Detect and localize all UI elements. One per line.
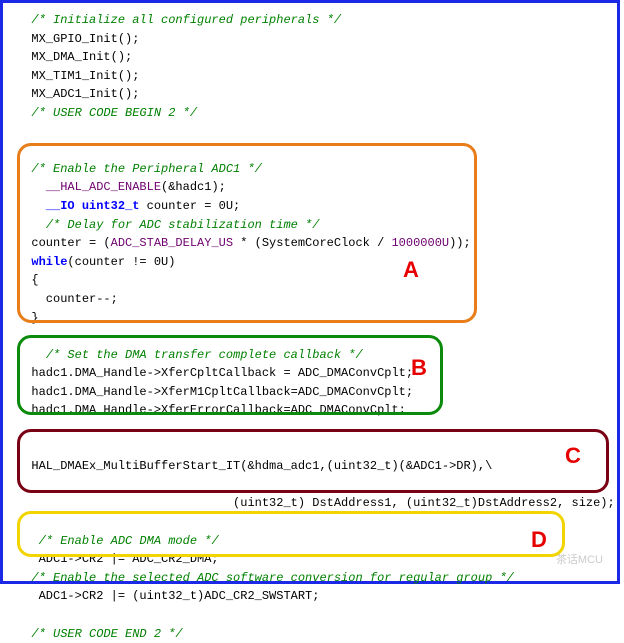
call-tim1-init: MX_TIM1_Init(); (17, 67, 607, 86)
blank-line (17, 123, 607, 142)
line-cr2-swstart: ADC1->CR2 |= (uint32_t)ADC_CR2_SWSTART; (17, 587, 607, 606)
blank-line (17, 476, 607, 495)
line-counter-assign: counter = (ADC_STAB_DELAY_US * (SystemCo… (17, 234, 607, 253)
line-multibuf-1: HAL_DMAEx_MultiBufferStart_IT(&hdma_adc1… (17, 457, 607, 476)
comment-enable-periph: /* Enable the Peripheral ADC1 */ (17, 160, 607, 179)
blank-line (17, 327, 607, 346)
comment-init-periph: /* Initialize all configured peripherals… (17, 11, 607, 30)
comment-enable-adc-dma: /* Enable ADC DMA mode */ (17, 532, 607, 551)
comment-user-begin: /* USER CODE BEGIN 2 */ (17, 104, 607, 123)
line-hal-enable: __HAL_ADC_ENABLE(&hadc1); (17, 178, 607, 197)
brace-close: } (17, 309, 607, 328)
label-c: C (565, 439, 581, 473)
watermark: 茶话MCU (556, 552, 603, 569)
comment-enable-sw-conv: /* Enable the selected ADC software conv… (17, 569, 607, 588)
label-a: A (403, 253, 419, 287)
code-frame: /* Initialize all configured peripherals… (0, 0, 620, 584)
call-gpio-init: MX_GPIO_Init(); (17, 30, 607, 49)
label-b: B (411, 351, 427, 385)
line-xfer-err: hadc1.DMA_Handle->XferErrorCallback=ADC_… (17, 401, 607, 420)
blank-line (17, 513, 607, 532)
blank-line (17, 420, 607, 439)
line-counter-dec: counter--; (17, 290, 607, 309)
line-xfer-cplt: hadc1.DMA_Handle->XferCpltCallback = ADC… (17, 364, 607, 383)
line-cr2-dma: ADC1->CR2 |= ADC_CR2_DMA; (17, 550, 607, 569)
call-adc1-init: MX_ADC1_Init(); (17, 85, 607, 104)
brace-open: { (17, 271, 607, 290)
comment-stab-delay: /* Delay for ADC stabilization time */ (17, 216, 607, 235)
line-multibuf-2: (uint32_t) DstAddress1, (uint32_t)DstAdd… (17, 494, 607, 513)
blank-line (17, 606, 607, 625)
line-xfer-m1: hadc1.DMA_Handle->XferM1CpltCallback=ADC… (17, 383, 607, 402)
blank-line (17, 439, 607, 458)
blank-line (17, 141, 607, 160)
comment-dma-cb: /* Set the DMA transfer complete callbac… (17, 346, 607, 365)
comment-user-end: /* USER CODE END 2 */ (17, 625, 607, 643)
line-while: while(counter != 0U) (17, 253, 607, 272)
call-dma-init: MX_DMA_Init(); (17, 48, 607, 67)
line-counter-decl: __IO uint32_t counter = 0U; (17, 197, 607, 216)
label-d: D (531, 523, 547, 557)
